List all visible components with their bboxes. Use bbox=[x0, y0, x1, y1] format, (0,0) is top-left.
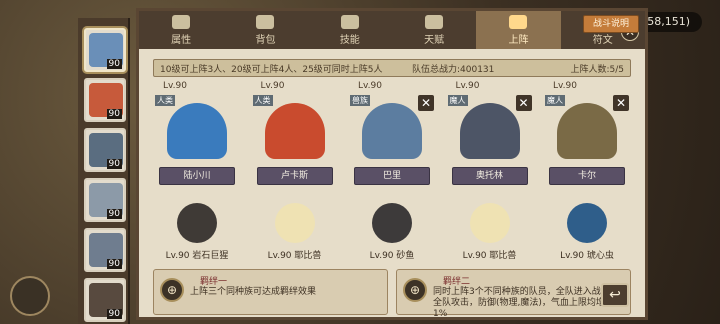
hero-sidebar: 90 90 90 90 90 90 bbox=[78, 18, 130, 324]
hero-level: 90 bbox=[106, 59, 122, 69]
hero-card[interactable]: Lv.90 人类卢卡斯 bbox=[251, 81, 339, 191]
hero-card[interactable]: Lv.90 魔人 ✕ 奥托林 bbox=[446, 81, 534, 191]
bond-title: 羁绊一 bbox=[200, 277, 228, 287]
tab-talent-eye[interactable]: 天赋 bbox=[392, 11, 476, 49]
bond-box: ⊕ 羁绊二 同时上阵3个不同种族的队员，全队进入战斗后全队攻击，防御(物理,魔法)，… bbox=[396, 269, 631, 319]
sidebar-hero-slot[interactable]: 90 bbox=[84, 128, 126, 172]
bond-area: ⊕ 羁绊一 上阵三个同种族可达成羁绊效果 ⊕ 羁绊二 同时上阵3个不同种族的队员，全队进入… bbox=[153, 269, 631, 319]
bond-icon: ⊕ bbox=[160, 278, 184, 302]
bond-icon: ⊕ bbox=[403, 278, 427, 302]
hero-art bbox=[459, 103, 520, 159]
race-tag: 人类 bbox=[252, 95, 273, 106]
hero-level: 90 bbox=[106, 109, 122, 119]
sidebar-hero-slot[interactable]: 90 bbox=[84, 178, 126, 222]
hero-level: Lv.90 bbox=[358, 81, 382, 91]
race-tag: 魔人 bbox=[447, 95, 468, 106]
sidebar-hero-slot[interactable]: 90 bbox=[84, 278, 126, 322]
pet-art bbox=[177, 203, 217, 243]
tab-label: 技能 bbox=[339, 34, 360, 46]
sidebar-hero-slot[interactable]: 90 bbox=[84, 78, 126, 122]
hero-name: 卢卡斯 bbox=[256, 167, 333, 185]
talent-eye-icon bbox=[425, 14, 444, 29]
remove-hero-button[interactable]: ✕ bbox=[515, 95, 532, 111]
tab-label: 属性 bbox=[171, 34, 192, 46]
skill-book-icon bbox=[340, 14, 359, 29]
hero-name: 奥托林 bbox=[451, 167, 528, 185]
hero-name: 陆小川 bbox=[159, 167, 235, 185]
pet-card[interactable]: Lv.90 岩石巨猩 bbox=[153, 197, 241, 267]
bond-title: 羁绊二 bbox=[443, 277, 471, 287]
pet-art bbox=[567, 203, 607, 243]
team-count: 上阵人数:5/5 bbox=[570, 64, 624, 75]
bond-desc: 上阵三个同种族可达成羁绊效果 bbox=[190, 287, 317, 297]
pet-row: Lv.90 岩石巨猩 Lv.90 耶比兽 Lv.90 砂鱼 Lv.90 耶比兽 Lv.9… bbox=[153, 197, 631, 267]
hero-row: Lv.90 人类陆小川 Lv.90 人类卢卡斯 Lv.90 兽族 ✕ 巴里 Lv.90 魔人 ✕ 奥托… bbox=[153, 81, 631, 191]
hero-level: 90 bbox=[106, 159, 122, 169]
hero-card[interactable]: Lv.90 兽族 ✕ 巴里 bbox=[348, 81, 436, 191]
hero-card[interactable]: Lv.90 人类陆小川 bbox=[153, 81, 241, 191]
hero-art bbox=[362, 103, 422, 159]
info-bar: 10级可上阵3人、20级可上阵4人、25级可同时上阵5人 队伍总战力:40013… bbox=[153, 59, 631, 77]
pet-art bbox=[372, 203, 412, 243]
hero-level: Lv.90 bbox=[260, 81, 285, 91]
pet-card[interactable]: Lv.90 耶比兽 bbox=[251, 197, 339, 267]
hero-level: Lv.90 bbox=[455, 81, 480, 91]
back-button[interactable]: ↩ bbox=[601, 283, 629, 307]
tab-skill-book[interactable]: 技能 bbox=[308, 11, 392, 49]
lineup-panel: 属性背包技能天赋上阵符文 ✕ 10级可上阵3人、20级可上阵4人、25级可同时上… bbox=[136, 8, 648, 320]
lineup-swords-icon bbox=[509, 14, 528, 29]
bond-box: ⊕ 羁绊一 上阵三个同种族可达成羁绊效果 bbox=[153, 269, 388, 315]
hero-art bbox=[167, 103, 227, 159]
hero-level: Lv.90 bbox=[553, 81, 577, 91]
pet-name: Lv.90 砂鱼 bbox=[369, 251, 415, 261]
hero-art bbox=[557, 103, 617, 159]
tab-lineup-swords[interactable]: 上阵 bbox=[476, 11, 561, 49]
remove-hero-button[interactable]: ✕ bbox=[418, 95, 434, 111]
tab-bag[interactable]: 背包 bbox=[223, 11, 307, 49]
compass-icon[interactable] bbox=[10, 276, 50, 316]
attribute-icon bbox=[172, 14, 191, 29]
tab-label: 天赋 bbox=[424, 34, 445, 46]
hero-level: 90 bbox=[106, 309, 122, 319]
race-tag: 兽族 bbox=[350, 95, 370, 106]
team-power: 队伍总战力:400131 bbox=[412, 64, 495, 75]
hero-name: 巴里 bbox=[354, 167, 430, 185]
pet-art bbox=[469, 203, 510, 243]
pet-card[interactable]: Lv.90 耶比兽 bbox=[446, 197, 534, 267]
tab-attribute[interactable]: 属性 bbox=[139, 11, 223, 49]
pet-name: Lv.90 琥心虫 bbox=[560, 251, 614, 261]
tab-label: 上阵 bbox=[508, 34, 529, 46]
tab-bar: 属性 背包 技能 天赋 上阵 符文 bbox=[139, 11, 645, 49]
hero-level: 90 bbox=[106, 209, 122, 219]
lineup-rule: 10级可上阵3人、20级可上阵4人、25级可同时上阵5人 bbox=[160, 64, 383, 75]
pet-art bbox=[274, 203, 315, 243]
hero-level: Lv.90 bbox=[163, 81, 187, 91]
sidebar-hero-slot[interactable]: 90 bbox=[84, 28, 126, 72]
pet-name: Lv.90 耶比兽 bbox=[267, 251, 322, 261]
pet-name: Lv.90 岩石巨猩 bbox=[165, 251, 229, 261]
pet-card[interactable]: Lv.90 琥心虫 bbox=[543, 197, 631, 267]
pet-card[interactable]: Lv.90 砂鱼 bbox=[348, 197, 436, 267]
race-tag: 魔人 bbox=[545, 95, 565, 106]
hero-level: 90 bbox=[106, 259, 122, 269]
remove-hero-button[interactable]: ✕ bbox=[613, 95, 629, 111]
battle-info-button[interactable]: 战斗说明 bbox=[583, 15, 639, 33]
bond-desc: 同时上阵3个不同种族的队员，全队进入战斗后全队攻击，防御(物理,魔法)，气血上限… bbox=[433, 287, 619, 319]
tab-label: 背包 bbox=[255, 34, 276, 46]
hero-name: 卡尔 bbox=[549, 167, 625, 185]
hero-card[interactable]: Lv.90 魔人 ✕ 卡尔 bbox=[543, 81, 631, 191]
bag-icon bbox=[256, 14, 275, 29]
pet-name: Lv.90 耶比兽 bbox=[462, 251, 517, 261]
sidebar-hero-slot[interactable]: 90 bbox=[84, 228, 126, 272]
race-tag: 人类 bbox=[155, 95, 175, 106]
hero-art bbox=[264, 103, 325, 159]
